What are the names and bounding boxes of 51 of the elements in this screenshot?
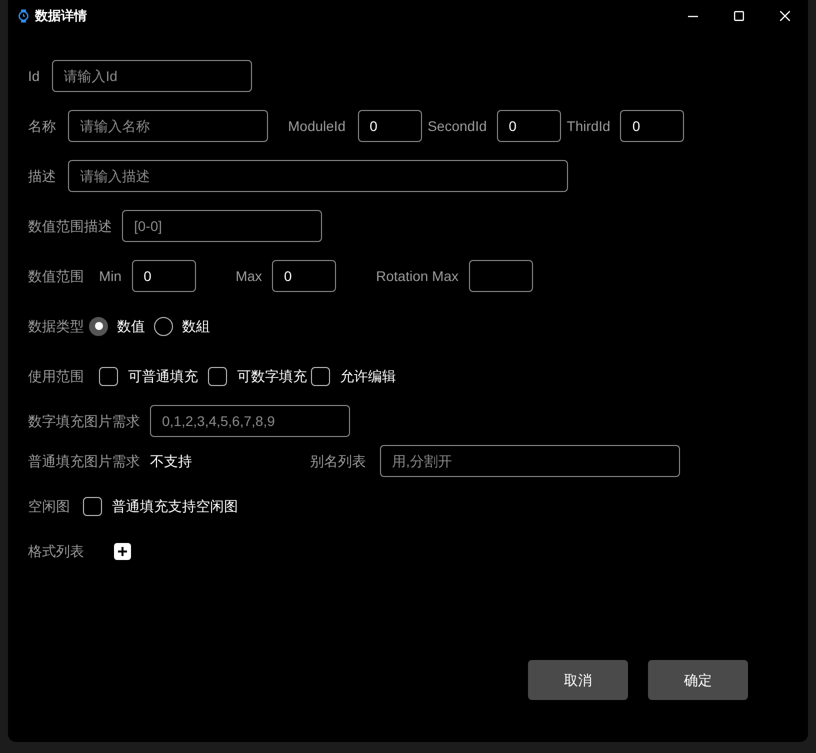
input-field[interactable]: 用,分割开 bbox=[380, 445, 680, 477]
window-title: 数据详情 bbox=[35, 7, 87, 26]
cancel-button[interactable]: 取消 bbox=[528, 660, 628, 700]
checkbox[interactable] bbox=[311, 366, 330, 386]
plus-icon bbox=[118, 546, 127, 556]
field-label: Max bbox=[236, 266, 262, 286]
input-field[interactable]: [0-0] bbox=[122, 210, 322, 242]
maximize-icon bbox=[734, 11, 744, 21]
field-label: Rotation Max bbox=[376, 266, 458, 286]
checkbox[interactable] bbox=[83, 496, 102, 516]
checkbox-label: 可数字填充 bbox=[237, 366, 307, 386]
field-label: ModuleId bbox=[288, 116, 346, 136]
field-label: 普通填充图片需求 bbox=[28, 452, 140, 470]
field-label: 名称 bbox=[28, 116, 56, 136]
checkbox-label: 允许编辑 bbox=[340, 366, 396, 386]
field-label: 数据类型 bbox=[28, 316, 84, 336]
field-value: 不支持 bbox=[150, 452, 192, 470]
confirm-button[interactable]: 确定 bbox=[648, 660, 748, 700]
field-label: 数值范围 bbox=[28, 266, 84, 286]
close-icon bbox=[780, 11, 790, 21]
add-button[interactable] bbox=[114, 542, 131, 560]
input-field[interactable]: 0 bbox=[620, 110, 684, 142]
field-label: 格式列表 bbox=[28, 542, 84, 560]
watch-icon bbox=[18, 9, 29, 23]
radio-label: 数組 bbox=[182, 316, 210, 336]
input-field[interactable]: 请输入Id bbox=[52, 60, 252, 92]
field-label: 使用范围 bbox=[28, 366, 84, 386]
field-label: SecondId bbox=[428, 116, 487, 136]
field-label: Id bbox=[28, 66, 40, 86]
input-field[interactable]: 请输入描述 bbox=[68, 160, 568, 192]
field-label: 别名列表 bbox=[310, 452, 366, 470]
field-label: 数字填充图片需求 bbox=[28, 412, 140, 430]
checkbox[interactable] bbox=[208, 366, 227, 386]
input-field[interactable]: 0 bbox=[496, 110, 561, 142]
radio-button[interactable] bbox=[154, 316, 173, 336]
field-label: 空闲图 bbox=[28, 496, 70, 516]
field-label: Min bbox=[99, 266, 122, 286]
input-field[interactable] bbox=[468, 260, 532, 292]
input-field[interactable]: 0 bbox=[272, 260, 336, 292]
checkbox[interactable] bbox=[99, 366, 118, 386]
radio-button[interactable] bbox=[89, 316, 108, 336]
input-field[interactable]: 请输入名称 bbox=[68, 110, 268, 142]
input-field[interactable]: 0 bbox=[358, 110, 422, 142]
field-label: 描述 bbox=[28, 166, 56, 186]
checkbox-label: 可普通填充 bbox=[128, 366, 198, 386]
field-label: 数值范围描述 bbox=[28, 216, 112, 236]
field-label: ThirdId bbox=[566, 116, 610, 136]
checkbox-label: 普通填充支持空闲图 bbox=[112, 496, 238, 516]
input-field[interactable]: 0 bbox=[132, 260, 196, 292]
radio-label: 数值 bbox=[117, 316, 145, 336]
input-field[interactable]: 0,1,2,3,4,5,6,7,8,9 bbox=[150, 405, 350, 437]
